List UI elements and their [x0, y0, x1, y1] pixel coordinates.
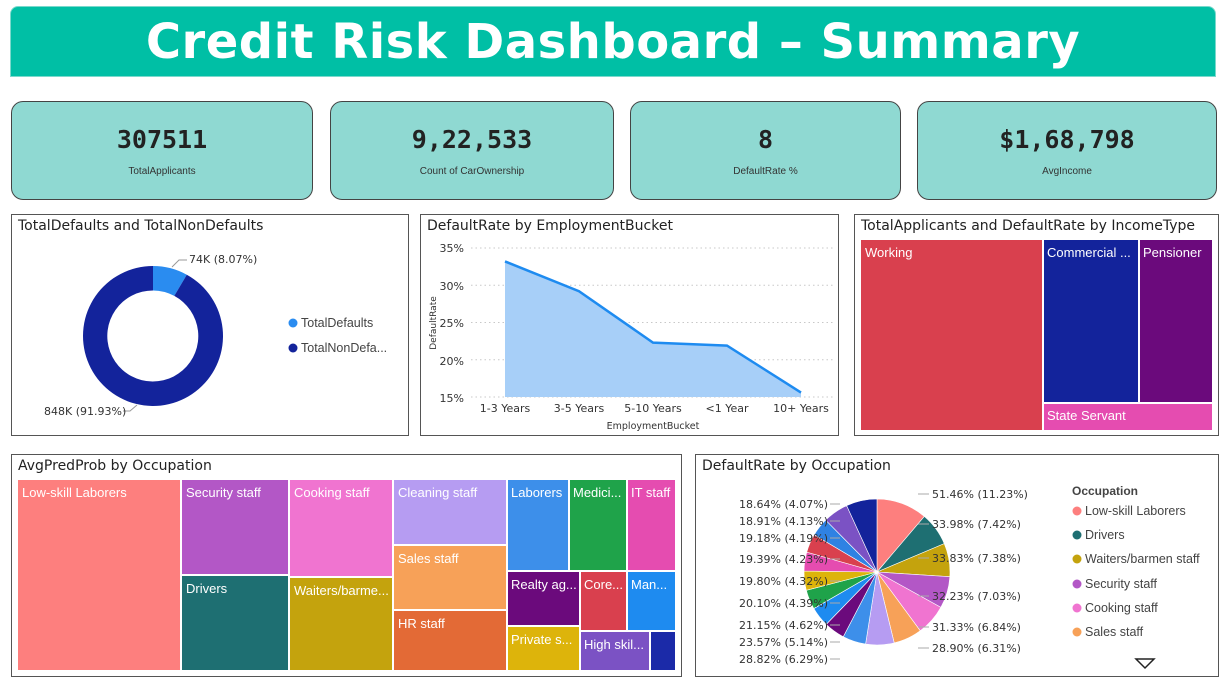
x-tick-label: 10+ Years [773, 402, 829, 415]
treemap-label: Cooking staff [294, 485, 370, 500]
data-label: 19.39% (4.23%) [739, 553, 828, 566]
data-label: 19.18% (4.19%) [739, 532, 828, 545]
y-tick-label: 35% [440, 242, 464, 255]
leader-line [171, 259, 187, 268]
treemap-label: Pensioner [1143, 245, 1202, 260]
data-label-defaults: 74K (8.07%) [189, 253, 257, 266]
data-label: 21.15% (4.62%) [739, 619, 828, 632]
kpi-value: 8 [757, 124, 774, 154]
kpi-value: 9,22,533 [411, 124, 533, 154]
y-tick-label: 20% [440, 355, 464, 368]
treemap-label: Laborers [511, 485, 563, 500]
treemap-label: Low-skill Laborers [22, 485, 127, 500]
treemap-label: Private s... [511, 632, 572, 647]
legend-item[interactable]: Sales staff [1085, 625, 1144, 639]
x-tick-label: 3-5 Years [554, 402, 605, 415]
y-tick-label: 25% [440, 317, 464, 330]
treemap-cell[interactable] [651, 632, 675, 670]
employment-panel[interactable]: DefaultRate by EmploymentBucket 35% 30% … [420, 214, 839, 436]
legend-item[interactable]: Cooking staff [1085, 601, 1158, 615]
legend-item[interactable]: Security staff [1085, 577, 1158, 591]
treemap-label: Medici... [573, 485, 621, 500]
legend-dot [1072, 506, 1082, 516]
kpi-label: AvgIncome [1042, 165, 1092, 177]
data-label: 32.23% (7.03%) [932, 590, 1021, 603]
kpi-label: TotalApplicants [128, 165, 196, 177]
kpi-card-car-ownership[interactable]: 9,22,533 Count of CarOwnership [330, 101, 614, 200]
y-tick-label: 30% [440, 280, 464, 293]
kpi-card-total-applicants[interactable]: 307511 TotalApplicants [11, 101, 313, 200]
income-treemap: Working Commercial ... Pensioner State S… [861, 240, 1212, 430]
legend-scroll-down-icon[interactable] [1134, 658, 1156, 670]
treemap-label: Waiters/barme... [294, 583, 389, 598]
legend-item[interactable]: Waiters/barmen staff [1085, 552, 1200, 566]
x-tick-label: 1-3 Years [480, 402, 531, 415]
legend-dot [288, 318, 298, 328]
x-tick-label: <1 Year [705, 402, 748, 415]
treemap-label: Man... [631, 577, 667, 592]
treemap-label: Core... [584, 577, 623, 592]
kpi-card-avg-income[interactable]: $1,68,798 AvgIncome [917, 101, 1217, 200]
occupation-treemap: Low-skill Laborers Security staff Cookin… [18, 480, 675, 670]
occupation-pie-chart: Occupation Low-skill Laborers Drivers Wa… [739, 484, 1200, 670]
legend-dot [1072, 627, 1082, 637]
legend-item[interactable]: TotalDefaults [301, 316, 373, 330]
occupation-treemap-panel[interactable]: AvgPredProb by Occupation Low-skill Labo… [11, 454, 682, 677]
treemap-cell[interactable] [18, 480, 180, 670]
x-tick-label: 5-10 Years [624, 402, 682, 415]
page-title: Credit Risk Dashboard – Summary [145, 13, 1081, 70]
treemap-label: HR staff [398, 616, 445, 631]
data-label: 33.83% (7.38%) [932, 552, 1021, 565]
legend-item[interactable]: Drivers [1085, 528, 1125, 542]
legend-dot [288, 343, 298, 353]
data-label: 20.10% (4.39%) [739, 597, 828, 610]
kpi-value: $1,68,798 [999, 124, 1135, 154]
income-treemap-panel[interactable]: TotalApplicants and DefaultRate by Incom… [854, 214, 1219, 436]
legend-item[interactable]: TotalNonDefa... [301, 341, 387, 355]
data-label: 23.57% (5.14%) [739, 636, 828, 649]
treemap-label: Commercial ... [1047, 245, 1131, 260]
legend-title: Occupation [1072, 484, 1138, 498]
data-label: 28.82% (6.29%) [739, 653, 828, 666]
treemap-label: Security staff [186, 485, 261, 500]
occupation-pie-panel[interactable]: DefaultRate by Occupation Occupation Low… [695, 454, 1219, 677]
treemap-label: IT staff [631, 485, 671, 500]
data-label: 19.80% (4.32%) [739, 575, 828, 588]
data-label: 31.33% (6.84%) [932, 621, 1021, 634]
legend-dot [1072, 554, 1082, 564]
data-label: 33.98% (7.42%) [932, 518, 1021, 531]
data-label: 28.90% (6.31%) [932, 642, 1021, 655]
treemap-label: Drivers [186, 581, 228, 596]
data-label: 51.46% (11.23%) [932, 488, 1028, 501]
area-fill [505, 261, 801, 397]
legend-dot [1072, 579, 1082, 589]
legend-dot [1072, 530, 1082, 540]
treemap-label: State Servant [1047, 408, 1126, 423]
dashboard-banner: Credit Risk Dashboard – Summary [10, 6, 1216, 77]
data-label: 18.91% (4.13%) [739, 515, 828, 528]
data-label: 18.64% (4.07%) [739, 498, 828, 511]
kpi-label: Count of CarOwnership [419, 165, 525, 177]
kpi-label: DefaultRate % [733, 165, 798, 177]
treemap-label: High skil... [584, 637, 644, 652]
treemap-label: Cleaning staff [398, 485, 478, 500]
kpi-value: 307511 [116, 124, 208, 154]
kpi-card-default-rate[interactable]: 8 DefaultRate % [630, 101, 901, 200]
treemap-label: Realty ag... [511, 577, 577, 592]
y-axis-label: DefaultRate [429, 296, 439, 350]
y-tick-label: 15% [440, 392, 464, 405]
legend-dot [1072, 603, 1082, 613]
treemap-label: Working [865, 245, 912, 260]
treemap-cell-pensioner[interactable] [1140, 240, 1212, 402]
donut-panel[interactable]: TotalDefaults and TotalNonDefaults 74K (… [11, 214, 409, 436]
treemap-label: Sales staff [398, 551, 459, 566]
area-chart: 35% 30% 25% 20% 15% DefaultRate Employme… [429, 242, 833, 432]
legend-item[interactable]: Low-skill Laborers [1085, 504, 1186, 518]
x-axis-label: EmploymentBucket [607, 421, 700, 432]
donut-chart: 74K (8.07%) 848K (91.93%) TotalDefaults … [44, 253, 387, 418]
treemap-cell-commercial[interactable] [1044, 240, 1138, 402]
data-label-nondefaults: 848K (91.93%) [44, 405, 126, 418]
treemap-cell-working[interactable] [861, 240, 1042, 430]
